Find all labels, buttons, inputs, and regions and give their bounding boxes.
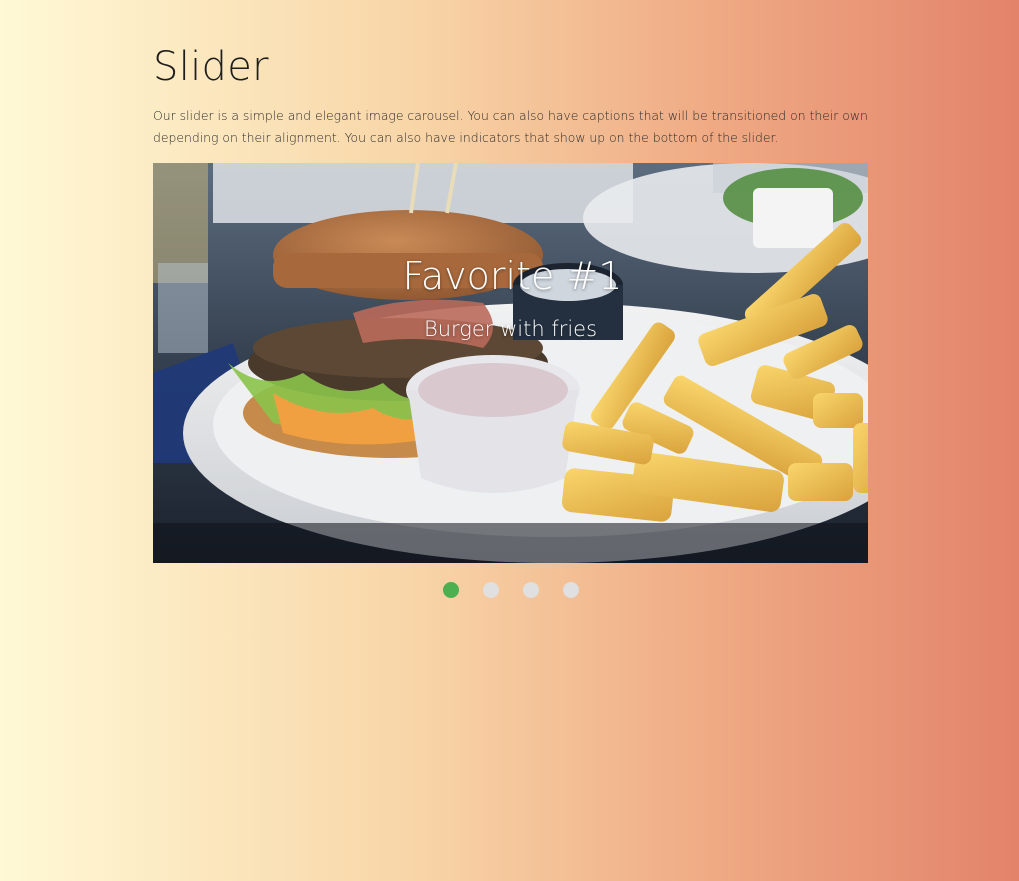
slider-indicator-4[interactable] <box>563 582 579 598</box>
slider-indicator-1[interactable] <box>443 582 459 598</box>
page-description: Our slider is a simple and elegant image… <box>153 108 868 145</box>
slider-indicator-2[interactable] <box>483 582 499 598</box>
slide-image <box>153 163 868 563</box>
page-title: Slider <box>153 44 269 90</box>
slide-caption: Favorite #1 Burger with fries <box>153 251 868 343</box>
caption-subtitle: Burger with fries <box>423 317 598 341</box>
slider-indicator-3[interactable] <box>523 582 539 598</box>
slider-indicators <box>443 582 579 598</box>
caption-title: Favorite #1 <box>402 254 623 298</box>
image-slider[interactable]: Favorite #1 Burger with fries <box>153 163 868 563</box>
